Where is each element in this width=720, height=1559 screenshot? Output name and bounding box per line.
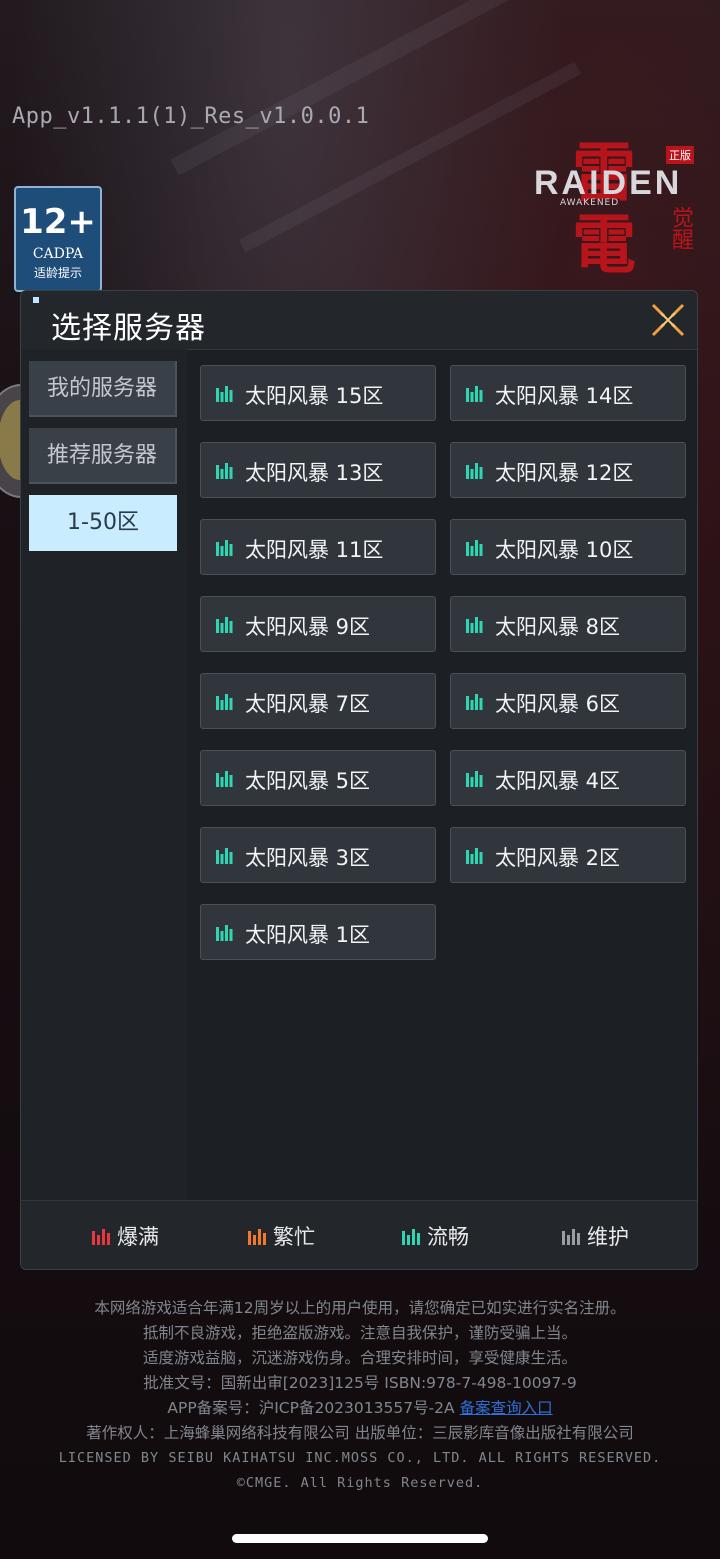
legend-full-label: 爆满	[117, 1225, 159, 1249]
dialog-header: 选择服务器	[21, 291, 697, 350]
server-item[interactable]: 太阳风暴 1区	[200, 904, 436, 960]
signal-status-icon	[466, 617, 483, 633]
corner-dot-icon	[33, 297, 39, 303]
server-name: 太阳风暴 8区	[495, 615, 621, 639]
legend-smooth-label: 流畅	[427, 1225, 469, 1249]
signal-busy-icon	[248, 1229, 266, 1245]
server-name: 太阳风暴 2区	[495, 846, 621, 870]
home-indicator[interactable]	[232, 1534, 488, 1543]
server-name: 太阳风暴 13区	[245, 461, 384, 485]
server-item[interactable]: 太阳风暴 13区	[200, 442, 436, 498]
server-item[interactable]: 太阳风暴 2区	[450, 827, 686, 883]
server-name: 太阳风暴 5区	[245, 769, 371, 793]
notice-line: 批准文号：国新出审[2023]125号 ISBN:978-7-498-10097…	[143, 1374, 577, 1392]
server-item[interactable]: 太阳风暴 9区	[200, 596, 436, 652]
server-name: 太阳风暴 1区	[245, 923, 371, 947]
notice-line-icp: APP备案号：沪ICP备2023013557号-2A 备案查询入口	[0, 1396, 720, 1421]
server-item[interactable]: 太阳风暴 3区	[200, 827, 436, 883]
server-item[interactable]: 太阳风暴 10区	[450, 519, 686, 575]
server-name: 太阳风暴 12区	[495, 461, 634, 485]
age-rating-number: 12+	[20, 202, 96, 242]
signal-status-icon	[466, 771, 483, 787]
server-item[interactable]: 太阳风暴 7区	[200, 673, 436, 729]
game-logo: 雷 電 RAIDEN AWAKENED 觉醒 正版	[520, 122, 710, 283]
server-name: 太阳风暴 15区	[245, 384, 384, 408]
sidebar-item-my-servers[interactable]: 我的服务器	[29, 361, 177, 417]
server-name: 太阳风暴 4区	[495, 769, 621, 793]
server-name: 太阳风暴 3区	[245, 846, 371, 870]
signal-status-icon	[466, 386, 483, 402]
server-item[interactable]: 太阳风暴 8区	[450, 596, 686, 652]
signal-status-icon	[216, 925, 233, 941]
legend-maintenance-label: 维护	[587, 1225, 629, 1249]
signal-smooth-icon	[402, 1229, 420, 1245]
notice-license: LICENSED BY SEIBU KAIHATSU INC.MOSS CO.,…	[58, 1450, 662, 1466]
server-item[interactable]: 太阳风暴 14区	[450, 365, 686, 421]
signal-status-icon	[216, 848, 233, 864]
signal-status-icon	[466, 694, 483, 710]
close-button[interactable]	[649, 301, 687, 339]
server-item[interactable]: 太阳风暴 5区	[200, 750, 436, 806]
server-category-sidebar: 我的服务器 推荐服务器 1-50区	[21, 349, 187, 1201]
version-label: App_v1.1.1(1)_Res_v1.0.0.1	[12, 104, 370, 129]
signal-status-icon	[216, 540, 233, 556]
logo-subtitle: AWAKENED	[560, 198, 620, 208]
signal-status-icon	[466, 540, 483, 556]
sidebar-item-recommended[interactable]: 推荐服务器	[29, 428, 177, 484]
server-name: 太阳风暴 7区	[245, 692, 371, 716]
notice-line: 适度游戏益脑，沉迷游戏伤身。合理安排时间，享受健康生活。	[142, 1349, 577, 1367]
age-rating-badge[interactable]: 12+ CADPA 适龄提示	[14, 186, 102, 292]
notice-line: 著作权人：上海蜂巢网络科技有限公司 出版单位：三辰影库音像出版社有限公司	[86, 1424, 634, 1442]
server-item[interactable]: 太阳风暴 11区	[200, 519, 436, 575]
signal-status-icon	[216, 771, 233, 787]
legend-busy-label: 繁忙	[273, 1225, 315, 1249]
server-select-dialog: 选择服务器 我的服务器 推荐服务器 1-50区 太阳风暴 15区 太阳风暴 14区…	[20, 290, 698, 1270]
age-rating-tip: 适龄提示	[33, 266, 82, 280]
signal-status-icon	[466, 463, 483, 479]
notice-copyright: ©CMGE. All Rights Reserved.	[236, 1475, 484, 1491]
status-legend: 爆满 繁忙 流畅 维护	[21, 1200, 697, 1269]
signal-status-icon	[216, 617, 233, 633]
server-name: 太阳风暴 6区	[495, 692, 621, 716]
signal-status-icon	[216, 694, 233, 710]
signal-status-icon	[216, 463, 233, 479]
legal-notice: 本网络游戏适合年满12周岁以上的用户使用，请您确定已如实进行实名注册。 抵制不良…	[0, 1296, 720, 1496]
signal-maintenance-icon	[562, 1229, 580, 1245]
icp-text: APP备案号：沪ICP备2023013557号-2A	[167, 1399, 460, 1417]
server-item[interactable]: 太阳风暴 6区	[450, 673, 686, 729]
notice-line: 抵制不良游戏，拒绝盗版游戏。注意自我保护，谨防受骗上当。	[142, 1324, 577, 1342]
icp-query-link[interactable]: 备案查询入口	[460, 1399, 553, 1417]
server-item[interactable]: 太阳风暴 15区	[200, 365, 436, 421]
server-item[interactable]: 太阳风暴 4区	[450, 750, 686, 806]
notice-line: 本网络游戏适合年满12周岁以上的用户使用，请您确定已如实进行实名注册。	[94, 1299, 626, 1317]
close-x-icon	[651, 303, 685, 337]
dialog-title: 选择服务器	[51, 311, 206, 346]
sidebar-item-range-1-50[interactable]: 1-50区	[29, 495, 177, 551]
signal-status-icon	[216, 386, 233, 402]
signal-full-icon	[92, 1229, 110, 1245]
signal-status-icon	[466, 848, 483, 864]
server-name: 太阳风暴 9区	[245, 615, 371, 639]
server-name: 太阳风暴 11区	[245, 538, 384, 562]
age-rating-org: CADPA	[32, 246, 84, 262]
server-item[interactable]: 太阳风暴 12区	[450, 442, 686, 498]
server-name: 太阳风暴 10区	[495, 538, 634, 562]
logo-side-text: 觉醒	[668, 206, 693, 250]
server-name: 太阳风暴 14区	[495, 384, 634, 408]
logo-tag: 正版	[666, 146, 694, 164]
